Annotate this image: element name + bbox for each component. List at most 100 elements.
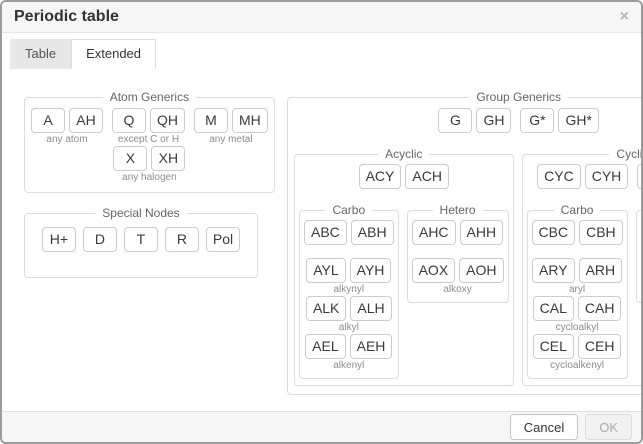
- button-line: ALKALH: [306, 296, 392, 321]
- button-group: QQHexcept C or H: [112, 108, 185, 146]
- group-generics-legend: Group Generics: [469, 90, 568, 104]
- generic-button-pol[interactable]: Pol: [206, 227, 240, 252]
- group-caption: any metal: [209, 134, 252, 146]
- button-line: CXXCXH: [637, 164, 641, 189]
- generic-button-gh[interactable]: GH: [476, 108, 511, 133]
- group-caption: [558, 134, 561, 146]
- generic-button-ceh[interactable]: CEH: [578, 334, 622, 359]
- generic-button-ahc[interactable]: AHC: [412, 220, 456, 245]
- generic-button-r[interactable]: R: [165, 227, 199, 252]
- generic-button-cbh[interactable]: CBH: [579, 220, 623, 245]
- generic-button-x[interactable]: X: [113, 146, 147, 171]
- group-caption: any halogen: [122, 172, 177, 184]
- generic-button-arh[interactable]: ARH: [579, 258, 623, 283]
- generic-button-ahh[interactable]: AHH: [460, 220, 504, 245]
- generic-button-cyc[interactable]: CYC: [537, 164, 581, 189]
- cancel-button[interactable]: Cancel: [510, 414, 578, 440]
- button-line: AAH: [31, 108, 103, 133]
- generic-button-ary[interactable]: ARY: [532, 258, 575, 283]
- generic-button-abc[interactable]: ABC: [304, 220, 347, 245]
- group-caption: [140, 253, 143, 265]
- generic-button-cal[interactable]: CAL: [533, 296, 574, 321]
- group-caption: alkenyl: [333, 360, 364, 372]
- generic-button-cyh[interactable]: CYH: [585, 164, 629, 189]
- button-group: CELCEHcycloalkenyl: [533, 334, 622, 372]
- generic-button-aox[interactable]: AOX: [412, 258, 456, 283]
- button-row: CYCCYH CXXCXHno carbon: [537, 164, 641, 202]
- generic-button-gh[interactable]: GH*: [558, 108, 598, 133]
- generic-button-g[interactable]: G: [438, 108, 472, 133]
- tab-extended[interactable]: Extended: [71, 39, 156, 69]
- button-group: ACYACH: [359, 164, 449, 202]
- group-caption: cycloalkenyl: [550, 360, 604, 372]
- generic-button-ach[interactable]: ACH: [405, 164, 449, 189]
- button-row: ACYACH: [359, 164, 449, 202]
- generic-button-d[interactable]: D: [83, 227, 117, 252]
- atom-generics-rows: AAHany atom QQHexcept C or H MMHany metal X…: [31, 108, 268, 184]
- button-line: H+ DTR Pol: [42, 227, 240, 252]
- acyclic-hetero-rows: AHCAHH AOXAOHalkoxy: [412, 220, 504, 296]
- button-group: H+ DTR Pol: [42, 227, 240, 265]
- generic-button-ayh[interactable]: AYH: [350, 258, 392, 283]
- generic-button-a[interactable]: A: [31, 108, 65, 133]
- group-caption: cycloalkyl: [556, 322, 599, 334]
- generic-button-qh[interactable]: QH: [150, 108, 185, 133]
- group-generics-subsections: Acyclic ACYACH Carbo ABCABH AYLAYHalkyny…: [294, 147, 641, 386]
- button-row: CELCEHcycloalkenyl: [533, 334, 622, 372]
- special-nodes-section: Special Nodes H+DTRPol: [24, 206, 258, 278]
- dialog-header: Periodic table ×: [2, 2, 641, 33]
- button-line: QQH: [112, 108, 185, 133]
- button-line: G*GH*: [520, 108, 598, 133]
- generic-button-alk[interactable]: ALK: [306, 296, 346, 321]
- button-line: ACYACH: [359, 164, 449, 189]
- button-group: G*GH*: [520, 108, 598, 146]
- button-line: CBCCBH: [532, 220, 623, 245]
- button-row: AYLAYHalkynyl: [306, 258, 391, 296]
- generic-button-h[interactable]: H+: [42, 227, 76, 252]
- generic-button-acy[interactable]: ACY: [359, 164, 402, 189]
- button-group: CALCAHcycloalkyl: [533, 296, 622, 334]
- generic-button-cel[interactable]: CEL: [533, 334, 574, 359]
- cyclic-rows: CYCCYH CXXCXHno carbon: [527, 164, 641, 202]
- ok-button[interactable]: OK: [585, 414, 632, 440]
- acyclic-rows: ACYACH: [299, 164, 509, 202]
- button-line: CELCEH: [533, 334, 622, 359]
- acyclic-subsections: Carbo ABCABH AYLAYHalkynylALKALHalkylAEL…: [299, 203, 509, 379]
- generic-button-t[interactable]: T: [124, 227, 158, 252]
- group-caption: [576, 246, 579, 258]
- button-line: CYCCYH: [537, 164, 628, 189]
- generic-button-mh[interactable]: MH: [232, 108, 268, 133]
- cyclic-carbo-section: Carbo CBCCBH ARYARHarylCALCAHcycloalkylC…: [527, 203, 628, 379]
- button-row: ABCABH: [304, 220, 394, 258]
- button-group: ARYARHaryl: [532, 258, 622, 296]
- group-caption: [456, 246, 459, 258]
- generic-button-m[interactable]: M: [194, 108, 228, 133]
- group-caption: [347, 246, 350, 258]
- button-line: CALCAH: [533, 296, 622, 321]
- generic-button-aoh[interactable]: AOH: [459, 258, 503, 283]
- button-group: ABCABH: [304, 220, 394, 258]
- generic-button-aeh[interactable]: AEH: [350, 334, 393, 359]
- generic-button-xh[interactable]: XH: [151, 146, 185, 171]
- generic-button-cxx[interactable]: CXX: [637, 164, 641, 189]
- button-line: AYLAYH: [306, 258, 391, 283]
- generic-button-ah[interactable]: AH: [69, 108, 103, 133]
- dialog-title: Periodic table: [14, 8, 620, 26]
- button-group: AELAEHalkenyl: [305, 334, 392, 372]
- generic-button-cah[interactable]: CAH: [578, 296, 622, 321]
- generic-button-alh[interactable]: ALH: [350, 296, 391, 321]
- atom-generics-legend: Atom Generics: [103, 90, 196, 104]
- generic-button-cbc[interactable]: CBC: [532, 220, 576, 245]
- generic-button-g[interactable]: G*: [520, 108, 554, 133]
- button-row: AAHany atom QQHexcept C or H MMHany metal: [31, 108, 268, 146]
- generic-button-ayl[interactable]: AYL: [306, 258, 345, 283]
- tab-table[interactable]: Table: [10, 39, 71, 69]
- group-caption: any atom: [46, 134, 87, 146]
- generic-button-q[interactable]: Q: [112, 108, 146, 133]
- generic-button-abh[interactable]: ABH: [351, 220, 394, 245]
- button-line: XXH: [113, 146, 185, 171]
- close-icon[interactable]: ×: [620, 9, 629, 25]
- acyclic-carbo-section: Carbo ABCABH AYLAYHalkynylALKALHalkylAEL…: [299, 203, 399, 379]
- button-row: AOXAOHalkoxy: [412, 258, 504, 296]
- generic-button-ael[interactable]: AEL: [305, 334, 345, 359]
